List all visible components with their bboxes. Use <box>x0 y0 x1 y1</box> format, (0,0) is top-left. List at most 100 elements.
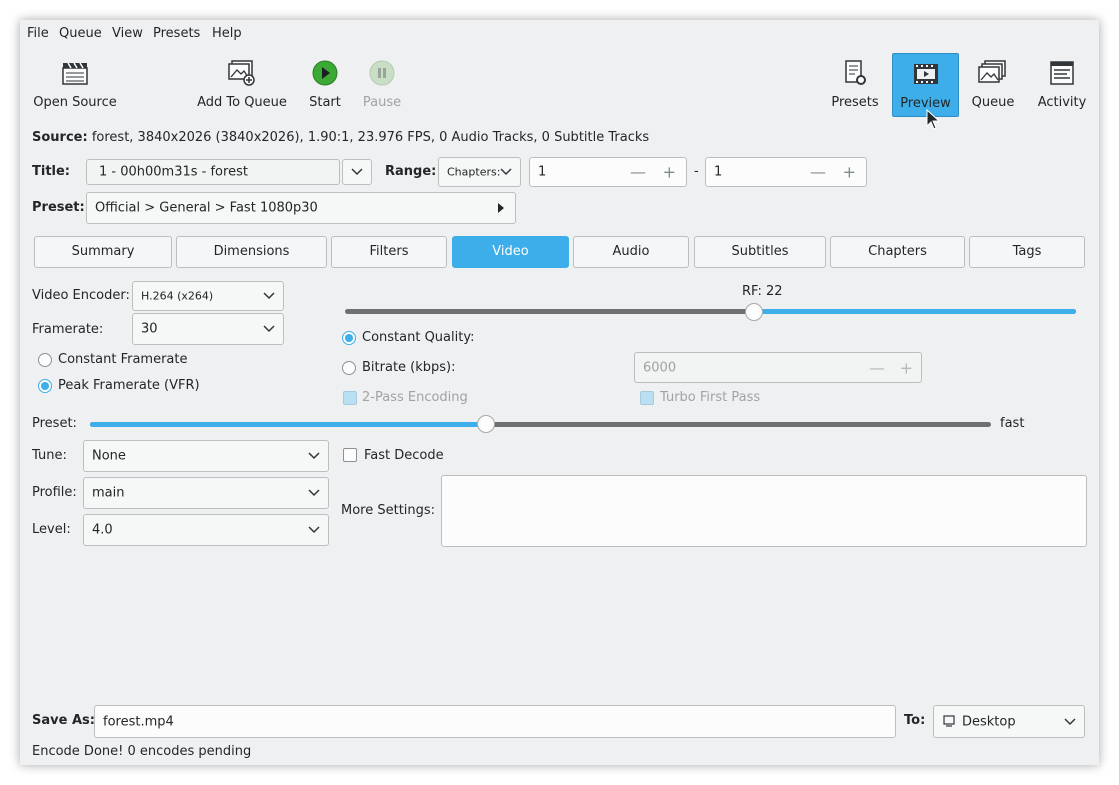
tune-value: None <box>92 448 126 464</box>
preview-button[interactable]: Preview <box>892 53 959 117</box>
chevron-right-icon <box>498 203 504 213</box>
bitrate-increment[interactable]: + <box>900 358 913 377</box>
range-start-increment[interactable]: + <box>663 163 676 182</box>
tab-subtitles[interactable]: Subtitles <box>694 236 826 268</box>
add-image-icon <box>228 60 255 86</box>
framerate-select[interactable]: 30 <box>132 313 284 345</box>
tune-select[interactable]: None <box>83 440 329 472</box>
tab-video[interactable]: Video <box>452 236 569 268</box>
source-value: forest, 3840x2026 (3840x2026), 1.90:1, 2… <box>91 130 650 145</box>
framerate-value: 30 <box>141 321 158 337</box>
fast-decode-checkbox[interactable] <box>343 448 357 462</box>
tab-dimensions[interactable]: Dimensions <box>176 236 327 268</box>
activity-label: Activity <box>1037 95 1087 110</box>
clapperboard-icon <box>62 62 88 85</box>
more-settings-textarea[interactable] <box>441 475 1087 547</box>
rf-slider-handle[interactable] <box>745 303 764 321</box>
open-source-button[interactable]: Open Source <box>30 53 120 115</box>
preset-menu-button[interactable]: Official > General > Fast 1080p30 <box>86 192 516 224</box>
range-end-value: 1 <box>714 164 723 180</box>
save-to-select[interactable]: Desktop <box>933 705 1085 738</box>
activity-log-icon <box>1050 61 1074 85</box>
two-pass-checkbox[interactable] <box>343 391 357 405</box>
chevron-down-icon <box>1064 717 1076 725</box>
save-as-input[interactable]: forest.mp4 <box>94 705 896 738</box>
range-separator: - <box>694 164 699 179</box>
tab-summary[interactable]: Summary <box>34 236 172 268</box>
profile-select[interactable]: main <box>83 477 329 509</box>
range-end-increment[interactable]: + <box>843 163 856 182</box>
main-window: File Queue View Presets Help Open Source <box>20 20 1099 765</box>
save-to-value: Desktop <box>962 714 1016 729</box>
tune-label: Tune: <box>32 448 67 463</box>
bitrate-radio[interactable] <box>342 361 356 375</box>
rf-slider-fill <box>754 309 1076 314</box>
constant-framerate-radio[interactable] <box>38 353 52 367</box>
tab-audio[interactable]: Audio <box>573 236 689 268</box>
profile-label: Profile: <box>32 485 77 500</box>
framerate-label: Framerate: <box>32 322 104 337</box>
source-info: Source: forest, 3840x2026 (3840x2026), 1… <box>32 130 649 145</box>
two-pass-label: 2-Pass Encoding <box>362 390 468 405</box>
rf-label: RF: 22 <box>742 284 783 299</box>
level-value: 4.0 <box>92 522 113 538</box>
bitrate-decrement[interactable]: — <box>869 358 885 377</box>
menu-queue[interactable]: Queue <box>59 26 102 41</box>
fast-decode-label: Fast Decode <box>364 448 444 463</box>
start-label: Start <box>309 95 341 110</box>
peak-framerate-radio[interactable] <box>38 379 52 393</box>
save-as-value: forest.mp4 <box>103 714 174 729</box>
tab-chapters[interactable]: Chapters <box>830 236 965 268</box>
queue-images-icon <box>978 60 1006 83</box>
encoder-preset-slider-fill <box>90 422 487 427</box>
add-to-queue-label: Add To Queue <box>197 95 287 110</box>
activity-button[interactable]: Activity <box>1034 53 1090 115</box>
range-start-spinbox[interactable]: 1 — + <box>529 157 687 187</box>
bitrate-label: Bitrate (kbps): <box>362 360 456 375</box>
turbo-first-pass-label: Turbo First Pass <box>660 390 761 405</box>
preset-label: Preset: <box>32 200 85 215</box>
queue-label: Queue <box>971 95 1015 110</box>
presets-button[interactable]: Presets <box>826 53 884 115</box>
level-select[interactable]: 4.0 <box>83 514 329 546</box>
video-encoder-label: Video Encoder: <box>32 288 130 303</box>
pause-icon <box>369 60 395 86</box>
tab-filters[interactable]: Filters <box>331 236 447 268</box>
pause-label: Pause <box>362 95 402 110</box>
range-end-spinbox[interactable]: 1 — + <box>705 157 867 187</box>
play-icon <box>312 60 338 86</box>
open-source-label: Open Source <box>33 95 117 110</box>
chevron-down-icon <box>351 168 363 176</box>
constant-framerate-label: Constant Framerate <box>58 352 188 367</box>
peak-framerate-label: Peak Framerate (VFR) <box>58 378 200 393</box>
range-end-decrement[interactable]: — <box>810 163 826 182</box>
queue-button[interactable]: Queue <box>968 53 1018 115</box>
video-encoder-value: H.264 (x264) <box>141 289 214 303</box>
tab-tags[interactable]: Tags <box>969 236 1085 268</box>
pause-button[interactable]: Pause <box>360 53 404 115</box>
turbo-first-pass-checkbox[interactable] <box>640 391 654 405</box>
menu-file[interactable]: File <box>27 26 49 41</box>
chevron-down-icon <box>308 489 320 497</box>
encoder-preset-slider-handle[interactable] <box>477 415 496 433</box>
menu-help[interactable]: Help <box>212 26 242 41</box>
level-label: Level: <box>32 522 71 537</box>
preset-value: Official > General > Fast 1080p30 <box>95 200 318 216</box>
chevron-down-icon <box>308 452 320 460</box>
start-button[interactable]: Start <box>304 53 346 115</box>
bitrate-spinbox[interactable]: 6000 — + <box>634 352 922 383</box>
menu-view[interactable]: View <box>112 26 143 41</box>
encoder-preset-speed: fast <box>1000 416 1025 431</box>
add-to-queue-button[interactable]: Add To Queue <box>194 53 290 115</box>
chevron-down-icon <box>263 325 275 333</box>
profile-value: main <box>92 485 125 501</box>
constant-quality-radio[interactable] <box>342 331 356 345</box>
chevron-down-icon <box>308 526 320 534</box>
range-start-decrement[interactable]: — <box>630 163 646 182</box>
chevron-down-icon <box>500 168 512 176</box>
title-select[interactable]: 1 - 00h00m31s - forest <box>86 159 340 185</box>
menu-presets[interactable]: Presets <box>153 26 200 41</box>
title-dropdown-button[interactable] <box>342 159 372 185</box>
range-mode-select[interactable]: Chapters: <box>438 157 521 187</box>
video-encoder-select[interactable]: H.264 (x264) <box>132 281 284 311</box>
